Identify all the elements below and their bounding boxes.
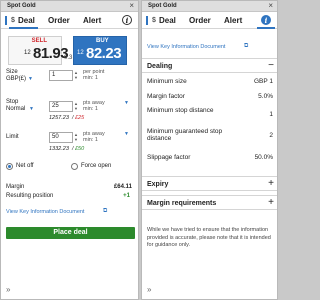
margin-requirements-title: Margin requirements — [147, 200, 217, 207]
info-icon[interactable]: i — [261, 15, 271, 25]
stop-min: min: 1 — [83, 106, 98, 112]
external-link-icon[interactable]: ⧉ — [103, 208, 107, 215]
force-open-radio[interactable] — [71, 163, 78, 170]
net-off-radio[interactable] — [6, 163, 13, 170]
buy-price: 82.23 — [86, 45, 122, 62]
info-icon[interactable]: i — [122, 15, 132, 25]
dealing-key: Minimum guaranteed stop distance — [147, 128, 223, 142]
resulting-position-value: +1 — [123, 193, 130, 199]
size-label: Size — [6, 69, 18, 75]
tab-bar: $ Deal Order Alert i — [142, 12, 277, 29]
dealing-section-header[interactable]: Dealing − — [142, 58, 277, 73]
dealing-key: Slippage factor — [147, 154, 191, 161]
force-open-label: Force open — [81, 163, 112, 169]
tab-alert[interactable]: Alert — [224, 16, 242, 25]
sell-button[interactable]: SELL 12 81.93 — [8, 36, 69, 65]
active-tab-indicator — [9, 27, 38, 29]
place-deal-button[interactable]: Place deal — [6, 227, 135, 239]
net-off-label: Net off — [16, 163, 34, 169]
currency-icon: $ — [11, 17, 15, 24]
dealing-value: 50.0% — [254, 154, 273, 161]
guidance-note: While we have tried to ensure that the i… — [147, 227, 271, 248]
sell-label: SELL — [31, 38, 47, 44]
chevron-down-icon[interactable]: ▼ — [124, 100, 129, 106]
tab-alert[interactable]: Alert — [83, 16, 101, 25]
dealing-row: Minimum guaranteed stop distance 2 — [147, 128, 273, 144]
chevron-down-icon[interactable]: ▼ — [29, 106, 34, 112]
stop-label: Stop — [6, 99, 19, 105]
limit-input[interactable]: 50 — [49, 132, 73, 143]
dealing-key: Minimum size — [147, 78, 187, 85]
expand-icon[interactable]: » — [6, 285, 10, 294]
collapse-icon[interactable]: − — [268, 60, 274, 71]
sell-price-prefix: 12 — [24, 50, 31, 56]
spread-value: 0.3 — [64, 55, 73, 61]
expand-icon[interactable]: » — [147, 285, 151, 294]
close-icon[interactable]: × — [129, 1, 134, 10]
external-link-icon[interactable]: ⧉ — [244, 43, 248, 50]
dealing-value: 5.0% — [258, 93, 273, 100]
size-min: min: 1 — [83, 75, 98, 81]
limit-reward: £50 — [75, 146, 85, 152]
stop-risk: £25 — [75, 115, 85, 121]
stop-level: 1257.23 — [49, 115, 69, 121]
expand-icon[interactable]: + — [268, 197, 274, 208]
kid-link[interactable]: View Key Information Document — [6, 209, 84, 215]
deal-info-panel: Spot Gold × $ Deal Order Alert i View Ke… — [141, 0, 278, 300]
margin-value: £64.11 — [113, 184, 132, 190]
stop-type-select[interactable]: Normal — [6, 106, 25, 112]
drag-handle — [5, 16, 7, 25]
tab-deal[interactable]: Deal — [18, 16, 35, 25]
margin-label: Margin — [6, 184, 25, 190]
currency-icon: $ — [152, 17, 156, 24]
buy-label: BUY — [96, 38, 109, 44]
dealing-key: Minimum stop distance — [147, 107, 214, 114]
buy-button[interactable]: BUY 12 82.23 — [73, 36, 127, 65]
title-bar: Spot Gold × — [1, 1, 138, 12]
active-tab-indicator — [257, 27, 275, 29]
dealing-value: 2 — [269, 132, 273, 139]
stop-separator: / — [72, 115, 74, 121]
tab-deal[interactable]: Deal — [159, 16, 176, 25]
title-bar: Spot Gold × — [142, 1, 277, 12]
tab-order[interactable]: Order — [189, 16, 211, 25]
stop-stepper[interactable]: ▲ ▼ — [73, 101, 81, 112]
window-title: Spot Gold — [148, 3, 177, 9]
size-input[interactable]: 1 — [49, 70, 73, 81]
dealing-key: Margin factor — [147, 93, 185, 100]
dealing-value: GBP 1 — [253, 78, 273, 85]
limit-separator: / — [72, 146, 74, 152]
dealing-title: Dealing — [147, 63, 173, 70]
chevron-down-icon[interactable]: ▼ — [28, 76, 33, 82]
dealing-row: Minimum size GBP 1 — [147, 78, 273, 86]
expiry-section-header[interactable]: Expiry + — [142, 176, 277, 191]
buy-price-prefix: 12 — [77, 50, 84, 56]
close-icon[interactable]: × — [268, 1, 273, 10]
resulting-position-label: Resulting position — [6, 193, 54, 199]
sell-price: 81.93 — [33, 45, 69, 62]
expand-icon[interactable]: + — [268, 178, 274, 189]
drag-handle — [146, 16, 148, 25]
expiry-title: Expiry — [147, 181, 169, 188]
limit-stepper[interactable]: ▲ ▼ — [73, 132, 81, 143]
deal-ticket-panel: Spot Gold × $ Deal Order Alert i SELL 12… — [0, 0, 139, 300]
dealing-value: 1 — [269, 111, 273, 118]
kid-link[interactable]: View Key Information Document — [147, 44, 225, 50]
size-stepper[interactable]: ▲ ▼ — [73, 70, 81, 81]
size-currency: GBP(£) — [6, 76, 27, 82]
margin-requirements-section-header[interactable]: Margin requirements + — [142, 195, 277, 210]
chevron-down-icon[interactable]: ▼ — [124, 131, 129, 137]
tab-bar: $ Deal Order Alert i — [1, 12, 138, 29]
dealing-row: Minimum stop distance 1 — [147, 107, 273, 123]
limit-level: 1332.23 — [49, 146, 69, 152]
dealing-row: Margin factor 5.0% — [147, 93, 273, 101]
limit-label: Limit — [6, 134, 19, 140]
limit-min: min: 1 — [83, 137, 98, 143]
stop-input[interactable]: 25 — [49, 101, 73, 112]
window-title: Spot Gold — [7, 3, 36, 9]
tab-order[interactable]: Order — [48, 16, 70, 25]
dealing-row: Slippage factor 50.0% — [147, 154, 273, 162]
